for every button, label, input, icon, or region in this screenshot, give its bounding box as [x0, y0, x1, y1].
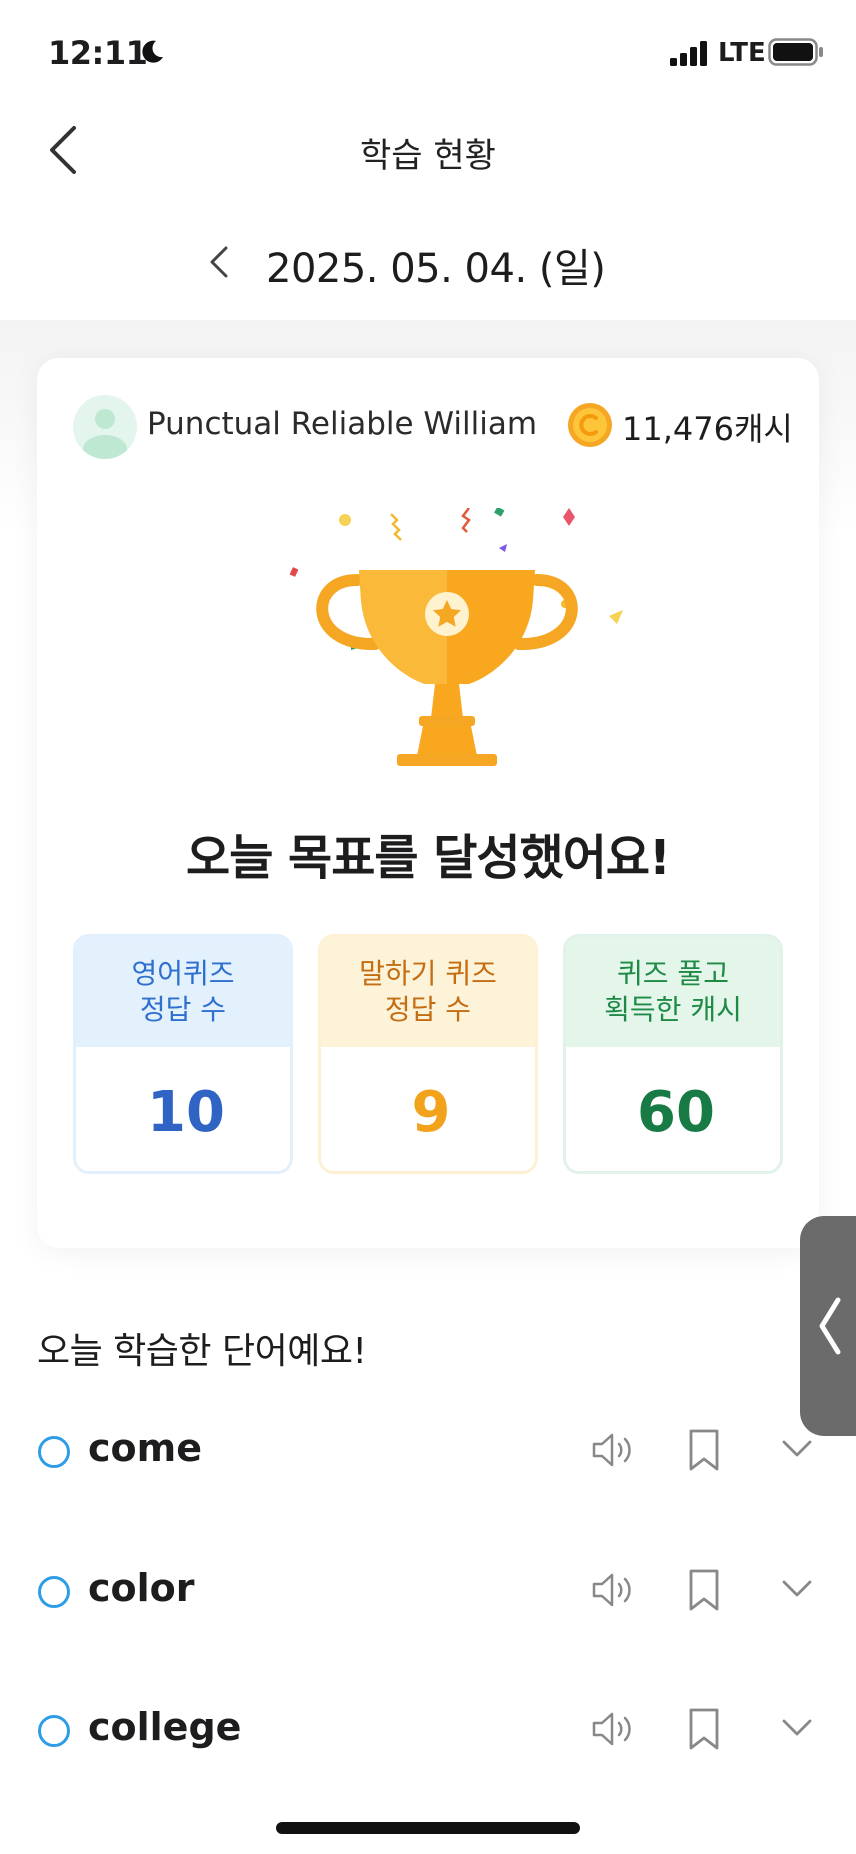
chevron-left-icon[interactable]: [200, 240, 240, 284]
coin-icon: [568, 403, 612, 447]
status-bar: 12:11 LTE: [0, 0, 856, 100]
bookmark-icon[interactable]: [686, 1707, 722, 1751]
battery-icon: [768, 38, 823, 66]
word-text: college: [88, 1705, 242, 1749]
user-avatar-icon: [73, 395, 137, 459]
word-check-circle[interactable]: [38, 1436, 70, 1468]
chevron-down-icon[interactable]: [780, 1576, 814, 1602]
page-title: 학습 현황: [360, 136, 496, 176]
summary-card: Punctual Reliable William 11,476캐시 오늘 목표…: [37, 358, 819, 1248]
word-text: come: [88, 1426, 202, 1470]
speaker-icon[interactable]: [590, 1430, 636, 1470]
words-heading: 오늘 학습한 단어예요!: [37, 1331, 367, 1372]
stat-value: 60: [566, 1047, 780, 1171]
list-item[interactable]: college: [0, 1679, 856, 1779]
chevron-down-icon[interactable]: [780, 1715, 814, 1741]
date-navigator: 2025. 05. 04. (일): [0, 220, 856, 320]
stat-label: 영어퀴즈 정답 수: [76, 937, 290, 1047]
stat-label: 퀴즈 풀고 획득한 캐시: [566, 937, 780, 1047]
moon-icon: [142, 40, 163, 63]
stat-value: 9: [321, 1047, 535, 1171]
trophy-icon: [289, 508, 623, 766]
goal-achieved-message: 오늘 목표를 달성했어요!: [186, 830, 671, 886]
user-name: Punctual Reliable William: [147, 406, 538, 442]
bookmark-icon[interactable]: [686, 1428, 722, 1472]
speaker-icon[interactable]: [590, 1709, 636, 1749]
status-time: 12:11: [48, 34, 148, 72]
word-check-circle[interactable]: [38, 1576, 70, 1608]
chevron-left-icon: [819, 1297, 841, 1355]
bookmark-icon[interactable]: [686, 1568, 722, 1612]
date-label: 2025. 05. 04. (일): [266, 246, 606, 292]
list-item[interactable]: color: [0, 1540, 856, 1640]
stat-value: 10: [76, 1047, 290, 1171]
stat-earned-cash: 퀴즈 풀고 획득한 캐시 60: [563, 934, 783, 1174]
signal-icon: [670, 41, 707, 66]
network-label: LTE: [718, 38, 766, 68]
word-check-circle[interactable]: [38, 1715, 70, 1747]
header: 학습 현황: [0, 100, 856, 220]
speaker-icon[interactable]: [590, 1570, 636, 1610]
home-indicator: [276, 1822, 580, 1834]
stat-english-quiz: 영어퀴즈 정답 수 10: [73, 934, 293, 1174]
list-item[interactable]: come: [0, 1400, 856, 1500]
stat-speaking-quiz: 말하기 퀴즈 정답 수 9: [318, 934, 538, 1174]
chevron-down-icon[interactable]: [780, 1436, 814, 1462]
stat-label: 말하기 퀴즈 정답 수: [321, 937, 535, 1047]
word-text: color: [88, 1566, 195, 1610]
cash-amount: 11,476캐시: [622, 410, 793, 448]
